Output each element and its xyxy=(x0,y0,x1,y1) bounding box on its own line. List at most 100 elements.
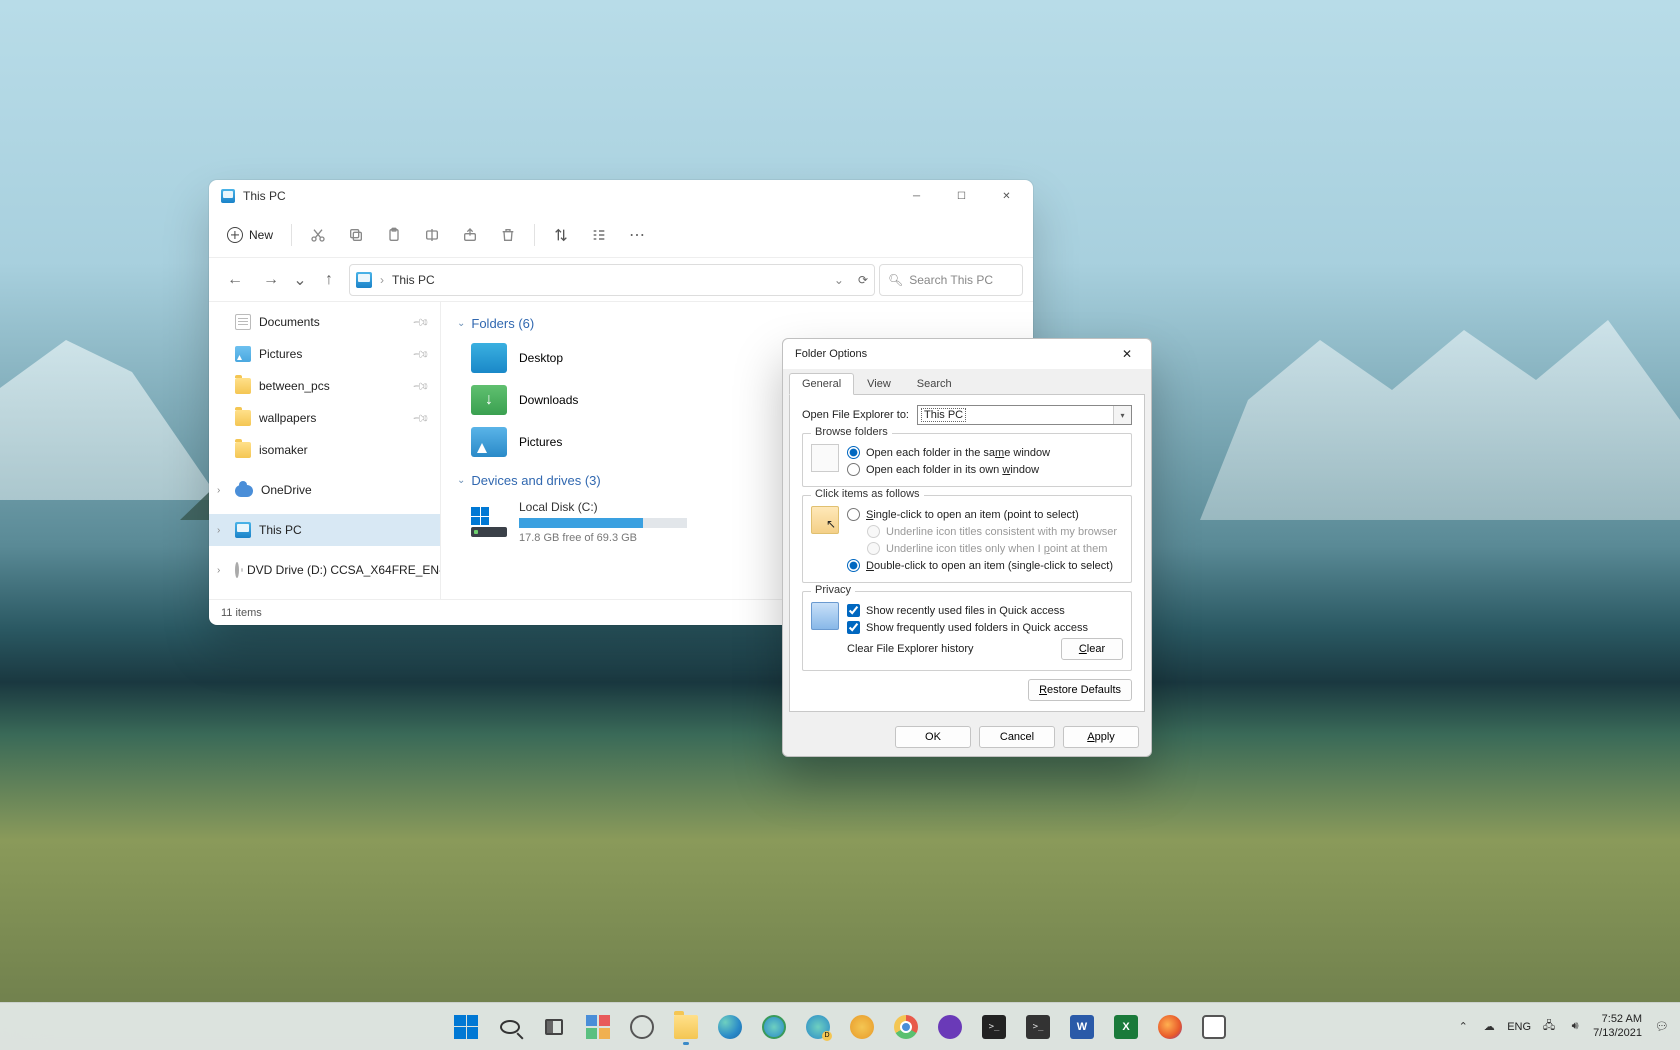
edge-dev-button[interactable]: D xyxy=(798,1007,838,1047)
chevron-down-icon: ⌄ xyxy=(457,318,465,329)
edge-canary-button[interactable] xyxy=(842,1007,882,1047)
recent-button[interactable]: ⌄ xyxy=(291,264,309,296)
drive-free-text: 17.8 GB free of 69.3 GB xyxy=(519,532,687,544)
group-privacy: Privacy Show recently used files in Quic… xyxy=(802,591,1132,671)
insider-button[interactable] xyxy=(930,1007,970,1047)
back-button[interactable]: ← xyxy=(219,264,251,296)
search-box[interactable]: 🔍︎ Search This PC xyxy=(879,264,1023,296)
address-bar[interactable]: › This PC ⌄ ⟳ xyxy=(349,264,875,296)
sidebar-item-onedrive[interactable]: ›OneDrive xyxy=(209,474,440,506)
toolbar: New ⋯ xyxy=(209,212,1033,258)
chevron-down-icon[interactable]: ▾ xyxy=(1113,406,1131,424)
folder-window-icon xyxy=(811,444,839,472)
cut-button[interactable] xyxy=(300,219,336,251)
rename-button[interactable] xyxy=(414,219,450,251)
sidebar-item-pictures[interactable]: Pictures📌︎ xyxy=(209,338,440,370)
share-button[interactable] xyxy=(452,219,488,251)
clear-button[interactable]: Clear xyxy=(1061,638,1123,660)
firefox-button[interactable] xyxy=(1150,1007,1190,1047)
pin-icon: 📌︎ xyxy=(411,344,430,363)
chevron-right-icon[interactable]: › xyxy=(217,525,220,536)
copy-button[interactable] xyxy=(338,219,374,251)
view-button[interactable] xyxy=(581,219,617,251)
cursor-folder-icon: ↖ xyxy=(811,506,839,534)
sidebar-item-between-pcs[interactable]: between_pcs📌︎ xyxy=(209,370,440,402)
group-header-folders[interactable]: ⌄Folders (6) xyxy=(453,306,1021,337)
apply-button[interactable]: Apply xyxy=(1063,726,1139,748)
clock[interactable]: 7:52 AM 7/13/2021 xyxy=(1593,1013,1642,1039)
task-view-button[interactable] xyxy=(534,1007,574,1047)
search-button[interactable] xyxy=(490,1007,530,1047)
refresh-button[interactable]: ⟳ xyxy=(858,273,868,287)
sidebar-item-this-pc[interactable]: ›This PC xyxy=(209,514,440,546)
chevron-right-icon[interactable]: › xyxy=(217,565,220,576)
tray-overflow-button[interactable]: ⌃ xyxy=(1455,1019,1471,1035)
nav-bar: ← → ⌄ ↑ › This PC ⌄ ⟳ 🔍︎ Search This PC xyxy=(209,258,1033,302)
network-icon[interactable]: 🖧︎ xyxy=(1541,1019,1557,1035)
breadcrumb[interactable]: This PC xyxy=(392,273,435,287)
this-pc-icon xyxy=(221,189,235,203)
volume-icon[interactable]: 🔊︎ xyxy=(1567,1019,1583,1035)
tab-view[interactable]: View xyxy=(854,373,904,395)
excel-button[interactable] xyxy=(1106,1007,1146,1047)
sidebar-item-isomaker[interactable]: isomaker xyxy=(209,434,440,466)
titlebar[interactable]: This PC ─ ☐ ✕ xyxy=(209,180,1033,212)
edge-button[interactable] xyxy=(710,1007,750,1047)
notifications-button[interactable]: 💬︎ xyxy=(1652,1019,1672,1035)
minimize-button[interactable]: ─ xyxy=(894,181,939,211)
chrome-button[interactable] xyxy=(886,1007,926,1047)
check-recent-files[interactable]: Show recently used files in Quick access xyxy=(847,602,1123,619)
downloads-icon xyxy=(471,385,507,415)
maximize-button[interactable]: ☐ xyxy=(939,181,984,211)
open-to-dropdown[interactable]: This PC ▾ xyxy=(917,405,1132,425)
folder-icon xyxy=(235,378,251,394)
snipping-tool-button[interactable] xyxy=(1194,1007,1234,1047)
new-button[interactable]: New xyxy=(217,221,283,249)
radio-single-click[interactable]: Single-click to open an item (point to s… xyxy=(847,506,1123,523)
onedrive-tray-icon[interactable]: ☁ xyxy=(1481,1019,1497,1035)
file-explorer-button[interactable] xyxy=(666,1007,706,1047)
chevron-down-icon: ⌄ xyxy=(457,475,465,486)
radio-double-click[interactable]: Double-click to open an item (single-cli… xyxy=(847,557,1123,574)
cloud-icon xyxy=(235,485,253,497)
folder-icon xyxy=(235,442,251,458)
chevron-right-icon[interactable]: › xyxy=(217,485,220,496)
close-button[interactable]: ✕ xyxy=(984,181,1029,211)
drive-icon xyxy=(471,507,507,537)
window-title: This PC xyxy=(243,189,286,203)
restore-defaults-button[interactable]: Restore Defaults xyxy=(1028,679,1132,701)
up-button[interactable]: ↑ xyxy=(313,264,345,296)
folder-icon xyxy=(235,410,251,426)
sidebar-item-dvd-drive[interactable]: ›DVD Drive (D:) CCSA_X64FRE_EN-U xyxy=(209,554,440,586)
paste-button[interactable] xyxy=(376,219,412,251)
chevron-down-icon[interactable]: ⌄ xyxy=(834,273,844,287)
dialog-titlebar[interactable]: Folder Options ✕ xyxy=(783,339,1151,369)
cmd-button[interactable] xyxy=(1018,1007,1058,1047)
edge-beta-button[interactable] xyxy=(754,1007,794,1047)
terminal-button[interactable] xyxy=(974,1007,1014,1047)
clear-history-label: Clear File Explorer history xyxy=(847,643,974,655)
widgets-button[interactable] xyxy=(578,1007,618,1047)
tab-search[interactable]: Search xyxy=(904,373,965,395)
radio-same-window[interactable]: Open each folder in the same window xyxy=(847,444,1123,461)
system-tray: ⌃ ☁ ENG 🖧︎ 🔊︎ 7:52 AM 7/13/2021 💬︎ xyxy=(1455,1013,1672,1039)
word-button[interactable] xyxy=(1062,1007,1102,1047)
settings-button[interactable] xyxy=(622,1007,662,1047)
tab-general[interactable]: General xyxy=(789,373,854,395)
delete-button[interactable] xyxy=(490,219,526,251)
start-button[interactable] xyxy=(446,1007,486,1047)
sidebar-item-wallpapers[interactable]: wallpapers📌︎ xyxy=(209,402,440,434)
sort-button[interactable] xyxy=(543,219,579,251)
close-button[interactable]: ✕ xyxy=(1107,340,1147,368)
check-frequent-folders[interactable]: Show frequently used folders in Quick ac… xyxy=(847,619,1123,636)
language-button[interactable]: ENG xyxy=(1507,1021,1531,1033)
taskbar: D ⌃ ☁ ENG 🖧︎ 🔊︎ 7:52 AM 7/13/2021 💬︎ xyxy=(0,1002,1680,1050)
radio-underline-browser: Underline icon titles consistent with my… xyxy=(847,523,1123,540)
ok-button[interactable]: OK xyxy=(895,726,971,748)
forward-button[interactable]: → xyxy=(255,264,287,296)
radio-own-window[interactable]: Open each folder in its own window xyxy=(847,461,1123,478)
pictures-icon xyxy=(471,427,507,457)
sidebar-item-documents[interactable]: Documents📌︎ xyxy=(209,306,440,338)
cancel-button[interactable]: Cancel xyxy=(979,726,1055,748)
more-button[interactable]: ⋯ xyxy=(619,219,655,251)
